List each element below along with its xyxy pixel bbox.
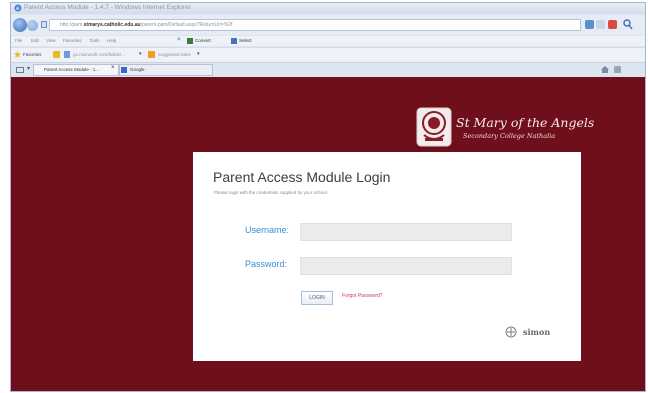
add-favorite-icon[interactable]: [53, 51, 60, 58]
menu-help[interactable]: Help: [107, 38, 116, 43]
menu-edit[interactable]: Edit: [31, 38, 39, 43]
fav-link[interactable]: go.microsoft.com/fwlink/...: [73, 52, 125, 57]
feeds-icon[interactable]: [614, 66, 621, 73]
close-x-icon[interactable]: ×: [177, 37, 181, 43]
back-icon[interactable]: [13, 18, 27, 32]
convert-button[interactable]: Convert: [195, 38, 211, 43]
menu-file[interactable]: File: [15, 38, 22, 43]
select-icon: [231, 38, 237, 44]
home-icon[interactable]: [601, 66, 609, 73]
page-icon: [41, 21, 47, 28]
password-field[interactable]: [300, 257, 512, 275]
compat-icon[interactable]: [596, 20, 605, 29]
address-row: http://pam.stmarys.catholic.edu.au/paren…: [11, 15, 645, 35]
menu-favorites[interactable]: Favorites: [63, 38, 82, 43]
search-icon[interactable]: [623, 19, 633, 30]
stop-icon[interactable]: [608, 20, 617, 29]
address-prefix: http://pam.: [60, 22, 84, 28]
ie-logo-icon: e: [14, 4, 22, 12]
tab-label: Parent Access Module - 1...: [44, 67, 100, 72]
login-subtitle: Please login with the credentials suppli…: [214, 190, 328, 195]
menu-view[interactable]: View: [46, 38, 56, 43]
select-button[interactable]: Select: [239, 38, 252, 43]
google-favicon-icon: [121, 67, 127, 73]
chevron-down-icon[interactable]: ▾: [139, 51, 142, 57]
menu-bar: File Edit View Favorites Tools Help × Co…: [11, 36, 645, 46]
fav-link-icon: [64, 51, 70, 58]
login-title: Parent Access Module Login: [213, 169, 391, 185]
page-content: St Mary of the Angels Secondary College …: [11, 77, 645, 391]
favorites-button[interactable]: Favorites: [23, 52, 42, 57]
convert-icon: [187, 38, 193, 44]
tab-google[interactable]: Google: [119, 64, 213, 76]
login-panel: Parent Access Module Login Please login …: [193, 152, 581, 361]
suggested-sites-link[interactable]: Suggested Sites: [158, 52, 191, 57]
school-crest: [416, 107, 452, 147]
tab-bar: ▾ Parent Access Module - 1... × Google: [11, 62, 645, 77]
favorites-bar: Favorites go.microsoft.com/fwlink/... ▾ …: [11, 47, 645, 62]
forward-icon[interactable]: [27, 20, 38, 31]
window-title: Parent Access Module - 1.4.7 - Windows I…: [24, 4, 191, 11]
login-button[interactable]: LOGIN: [301, 291, 333, 305]
tab-close-icon[interactable]: ×: [111, 65, 115, 71]
tab-list-icon[interactable]: ▾: [27, 65, 30, 72]
star-icon: [14, 51, 21, 58]
username-label: Username:: [245, 225, 290, 235]
title-bar: e Parent Access Module - 1.4.7 - Windows…: [11, 3, 645, 14]
tab-label: Google: [130, 67, 145, 72]
menu-tools[interactable]: Tools: [89, 38, 100, 43]
browser-window: e Parent Access Module - 1.4.7 - Windows…: [10, 2, 646, 392]
quick-tabs-icon[interactable]: [16, 67, 24, 73]
tab-parent-access[interactable]: Parent Access Module - 1...: [33, 64, 119, 76]
school-name: St Mary of the Angels: [456, 115, 595, 130]
svg-text:e: e: [16, 5, 20, 12]
address-domain: stmarys.catholic.edu.au: [83, 22, 141, 28]
suggested-chevron-icon[interactable]: ▾: [197, 51, 200, 57]
simon-logo-icon: [504, 326, 518, 338]
suggested-icon: [148, 51, 155, 58]
forgot-password-link[interactable]: Forgot Password?: [342, 293, 383, 299]
address-suffix: /parent-pam/Default.aspx?ReturnUrl=%2f: [140, 22, 233, 28]
password-label: Password:: [245, 259, 288, 269]
username-field[interactable]: [300, 223, 512, 241]
refresh-icon[interactable]: [585, 20, 594, 29]
school-subtitle: Secondary College Nathalia: [463, 132, 556, 140]
simon-brand: simon: [523, 327, 551, 337]
address-input[interactable]: http://pam.stmarys.catholic.edu.au/paren…: [49, 19, 581, 31]
